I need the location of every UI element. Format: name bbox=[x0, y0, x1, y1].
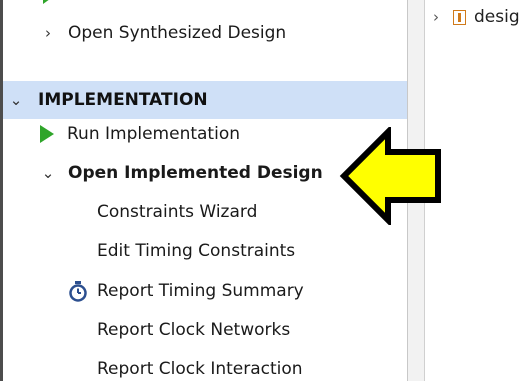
report-timing-summary-label: Report Timing Summary bbox=[97, 280, 304, 301]
edit-timing-constraints-item[interactable]: Edit Timing Constraints bbox=[97, 232, 295, 270]
partial-play-icon bbox=[43, 0, 50, 4]
report-clock-networks-item[interactable]: Report Clock Networks bbox=[97, 311, 290, 349]
chevron-right-icon[interactable]: › bbox=[41, 24, 55, 42]
sources-tree-item[interactable]: › desig bbox=[433, 0, 520, 34]
open-implemented-design-label: Open Implemented Design bbox=[68, 162, 323, 183]
play-icon bbox=[40, 125, 54, 143]
chevron-down-icon[interactable]: ⌄ bbox=[41, 164, 55, 182]
open-synthesized-design-item[interactable]: › Open Synthesized Design bbox=[41, 14, 286, 52]
implementation-section-header[interactable]: ⌄ IMPLEMENTATION bbox=[3, 81, 407, 119]
run-implementation-label: Run Implementation bbox=[67, 123, 240, 144]
report-timing-summary-item[interactable]: Report Timing Summary bbox=[67, 272, 304, 310]
stopwatch-icon bbox=[69, 281, 87, 302]
design-file-icon bbox=[453, 9, 466, 25]
edit-timing-constraints-label: Edit Timing Constraints bbox=[97, 240, 296, 261]
constraints-wizard-item[interactable]: Constraints Wizard bbox=[97, 193, 257, 231]
sources-tree-item-label: desig bbox=[474, 7, 520, 27]
chevron-right-icon[interactable]: › bbox=[433, 8, 447, 26]
chevron-down-icon[interactable]: ⌄ bbox=[9, 91, 23, 109]
run-implementation-item[interactable]: Run Implementation bbox=[40, 115, 240, 153]
callout-arrow-icon bbox=[339, 127, 441, 225]
implementation-section-title: IMPLEMENTATION bbox=[38, 89, 208, 110]
constraints-wizard-label: Constraints Wizard bbox=[97, 201, 258, 222]
report-clock-interaction-item[interactable]: Report Clock Interaction bbox=[97, 350, 303, 388]
open-synthesized-design-label: Open Synthesized Design bbox=[68, 22, 287, 43]
report-clock-networks-label: Report Clock Networks bbox=[97, 319, 291, 340]
open-implemented-design-item[interactable]: ⌄ Open Implemented Design bbox=[41, 154, 323, 192]
report-clock-interaction-label: Report Clock Interaction bbox=[97, 358, 303, 379]
